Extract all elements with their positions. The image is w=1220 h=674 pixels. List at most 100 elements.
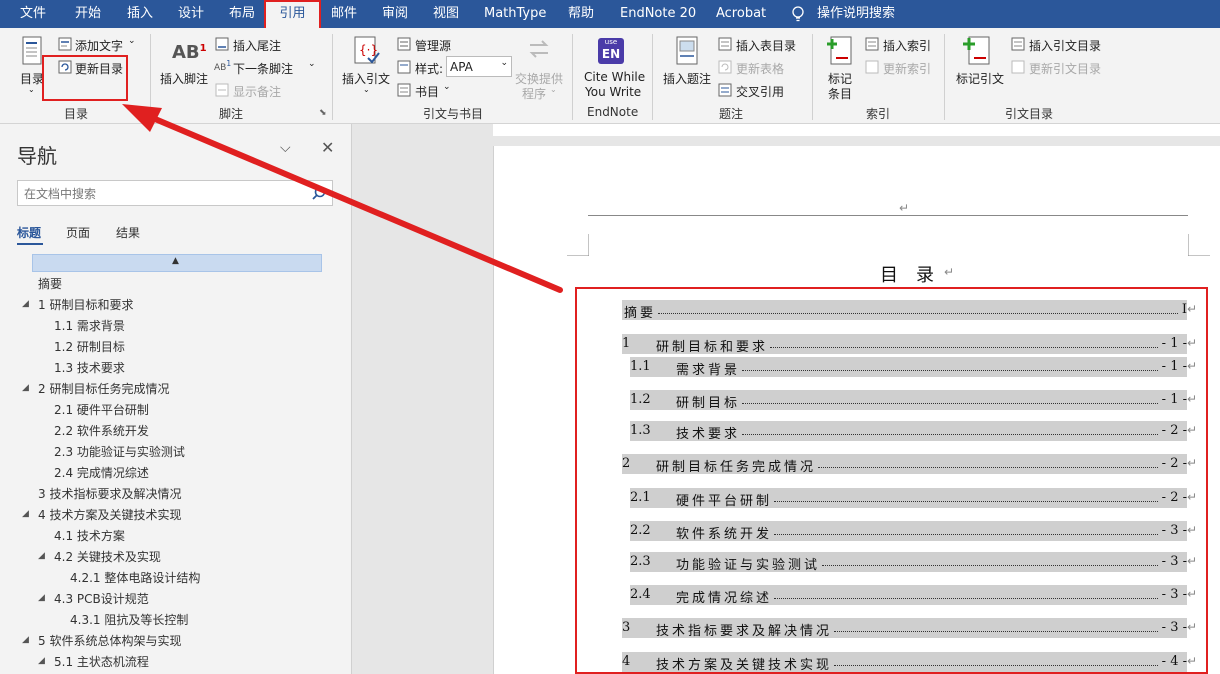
toc-dropdown-icon[interactable]: ⌄ xyxy=(28,85,35,94)
next-footnote-button[interactable]: 下一条脚注 xyxy=(233,60,293,77)
toc-entry[interactable]: 1.3 技术要求 - 2 - xyxy=(630,421,1187,441)
update-table-button[interactable]: 更新表格 xyxy=(736,60,784,77)
endnote-group-label: EndNote xyxy=(587,105,639,119)
style-select[interactable]: APA ⌄ xyxy=(446,56,512,77)
expand-triangle-icon[interactable]: ◢ xyxy=(22,509,29,519)
nav-heading-item[interactable]: 4.3 PCB设计规范 xyxy=(54,590,149,607)
nav-heading-item[interactable]: 4.1 技术方案 xyxy=(54,527,125,544)
insert-footnote-button[interactable]: 插入脚注 xyxy=(160,70,208,87)
update-toa-button[interactable]: 更新引文目录 xyxy=(1029,60,1101,77)
toc-entry[interactable]: 2.1 硬件平台研制 - 2 - xyxy=(630,488,1187,508)
bibliography-dropdown-icon[interactable]: ⌄ xyxy=(443,82,451,92)
toc-entry[interactable]: 2.4 完成情况综述 - 3 - xyxy=(630,585,1187,605)
expand-triangle-icon[interactable]: ◢ xyxy=(38,593,45,603)
cite-while-you-write-button[interactable]: Cite While xyxy=(584,70,645,84)
next-footnote-dropdown-icon[interactable]: ⌄ xyxy=(308,59,316,69)
toc-entry-text: 功能验证与实验测试 xyxy=(676,558,821,572)
update-index-button[interactable]: 更新索引 xyxy=(883,60,931,77)
expand-triangle-icon[interactable]: ◢ xyxy=(38,551,45,561)
search-input[interactable]: 在文档中搜索 xyxy=(17,180,333,206)
add-text-icon xyxy=(58,37,72,51)
nav-heading-item[interactable]: 5.1 主状态机流程 xyxy=(54,653,149,670)
toc-entry[interactable]: 2 研制目标任务完成情况 - 2 - xyxy=(622,454,1187,474)
nav-heading-item[interactable]: 1.3 技术要求 xyxy=(54,359,125,376)
footnote-dialog-launcher-icon[interactable]: ⬊ xyxy=(319,108,327,118)
tell-me-search[interactable]: 操作说明搜索 xyxy=(817,0,895,28)
nav-heading-item[interactable]: 2 研制目标任务完成情况 xyxy=(38,380,169,397)
paragraph-mark: ↵ xyxy=(1187,336,1198,350)
toc-entry[interactable]: 3 技术指标要求及解决情况 - 3 - xyxy=(622,618,1187,638)
insert-tof-button[interactable]: 插入表目录 xyxy=(736,37,796,54)
insert-index-button[interactable]: 插入索引 xyxy=(883,37,931,54)
toc-entry-text: 研制目标 xyxy=(676,396,741,410)
tab-acrobat[interactable]: Acrobat xyxy=(716,0,766,28)
insert-caption-button[interactable]: 插入题注 xyxy=(663,70,711,87)
tab-mailings[interactable]: 邮件 xyxy=(331,0,357,28)
nav-heading-item[interactable]: 3 技术指标要求及解决情况 xyxy=(38,485,181,502)
tab-help[interactable]: 帮助 xyxy=(568,0,594,28)
nav-tab-headings[interactable]: 标题 xyxy=(17,224,41,241)
ribbon-separator xyxy=(652,34,653,120)
expand-triangle-icon[interactable]: ◢ xyxy=(22,635,29,645)
nav-heading-item[interactable]: 1.1 需求背景 xyxy=(54,317,125,334)
tab-view[interactable]: 视图 xyxy=(433,0,459,28)
nav-heading-item[interactable]: 1 研制目标和要求 xyxy=(38,296,133,313)
nav-tab-pages[interactable]: 页面 xyxy=(66,224,90,241)
swap-provider-dropdown-icon[interactable]: ⌄ xyxy=(550,85,557,94)
toc-entry-text: 需求背景 xyxy=(676,363,741,377)
toc-entry-text: 技术指标要求及解决情况 xyxy=(656,624,833,638)
insert-citation-dropdown-icon[interactable]: ⌄ xyxy=(363,85,370,94)
toc-entry-text: 技术方案及关键技术实现 xyxy=(656,658,833,672)
tab-home[interactable]: 开始 xyxy=(75,0,101,28)
nav-heading-item[interactable]: 5 软件系统总体构架与实现 xyxy=(38,632,181,649)
tab-file[interactable]: 文件 xyxy=(20,0,46,28)
toc-entry[interactable]: 1.1 需求背景 - 1 - xyxy=(630,357,1187,377)
nav-heading-item[interactable]: 2.1 硬件平台研制 xyxy=(54,401,149,418)
insert-endnote-button[interactable]: 插入尾注 xyxy=(233,37,281,54)
add-text-button[interactable]: 添加文字 xyxy=(75,37,123,54)
cross-reference-button[interactable]: 交叉引用 xyxy=(736,83,784,100)
nav-heading-item[interactable]: 摘要 xyxy=(38,275,62,292)
insert-toa-button[interactable]: 插入引文目录 xyxy=(1029,37,1101,54)
expand-triangle-icon[interactable]: ◢ xyxy=(38,656,45,666)
mark-citation-button[interactable]: 标记引文 xyxy=(956,70,1004,87)
expand-triangle-icon[interactable]: ◢ xyxy=(22,299,29,309)
nav-options-chevron-icon[interactable]: ⌵ xyxy=(280,140,291,156)
nav-title: 导航 xyxy=(17,144,57,168)
nav-heading-item[interactable]: 1.2 研制目标 xyxy=(54,338,125,355)
nav-heading-item[interactable]: 4.2 关键技术及实现 xyxy=(54,548,161,565)
nav-close-icon[interactable]: ✕ xyxy=(321,138,334,157)
nav-heading-item[interactable]: 4.3.1 阻抗及等长控制 xyxy=(70,611,188,628)
expand-triangle-icon[interactable]: ◢ xyxy=(22,383,29,393)
collapse-all-bar[interactable]: ▲ xyxy=(32,254,322,272)
toc-entry[interactable]: 4 技术方案及关键技术实现 - 4 - xyxy=(622,652,1187,672)
manage-sources-button[interactable]: 管理源 xyxy=(415,37,451,54)
tab-insert[interactable]: 插入 xyxy=(127,0,153,28)
swap-provider-button-line2: 程序 xyxy=(522,87,547,101)
tab-mathtype[interactable]: MathType xyxy=(484,0,546,28)
paragraph-mark: ↵ xyxy=(1187,302,1198,316)
navigation-pane: 导航 ⌵ ✕ 在文档中搜索 标题 页面 结果 ▲ 摘要 ◢ 1 研制目标和要求 … xyxy=(0,124,352,674)
nav-heading-item[interactable]: 2.4 完成情况综述 xyxy=(54,464,149,481)
nav-heading-item[interactable]: 4 技术方案及关键技术实现 xyxy=(38,506,181,523)
nav-heading-item[interactable]: 4.2.1 整体电路设计结构 xyxy=(70,569,200,586)
toc-entry[interactable]: 1 研制目标和要求 - 1 - xyxy=(622,334,1187,354)
add-text-dropdown-icon[interactable]: ⌄ xyxy=(128,36,136,46)
tab-endnote[interactable]: EndNote 20 xyxy=(620,0,696,28)
tab-review[interactable]: 审阅 xyxy=(382,0,408,28)
nav-tab-results[interactable]: 结果 xyxy=(116,224,140,241)
tab-design[interactable]: 设计 xyxy=(178,0,204,28)
toc-leader-dots xyxy=(822,552,1158,566)
show-notes-button[interactable]: 显示备注 xyxy=(233,83,281,100)
toc-entry[interactable]: 2.3 功能验证与实验测试 - 3 - xyxy=(630,552,1187,572)
search-icon[interactable] xyxy=(312,186,326,200)
toc-entry[interactable]: 1.2 研制目标 - 1 - xyxy=(630,390,1187,410)
nav-heading-item[interactable]: 2.3 功能验证与实验测试 xyxy=(54,443,185,460)
bibliography-button[interactable]: 书目 xyxy=(415,83,439,100)
tab-layout[interactable]: 布局 xyxy=(229,0,255,28)
toc-entry-number: 1.3 xyxy=(630,423,651,438)
caption-group-label: 题注 xyxy=(719,107,744,121)
nav-heading-item[interactable]: 2.2 软件系统开发 xyxy=(54,422,149,439)
toc-entry[interactable]: 2.2 软件系统开发 - 3 - xyxy=(630,521,1187,541)
toc-entry[interactable]: 摘要 I xyxy=(622,300,1187,320)
